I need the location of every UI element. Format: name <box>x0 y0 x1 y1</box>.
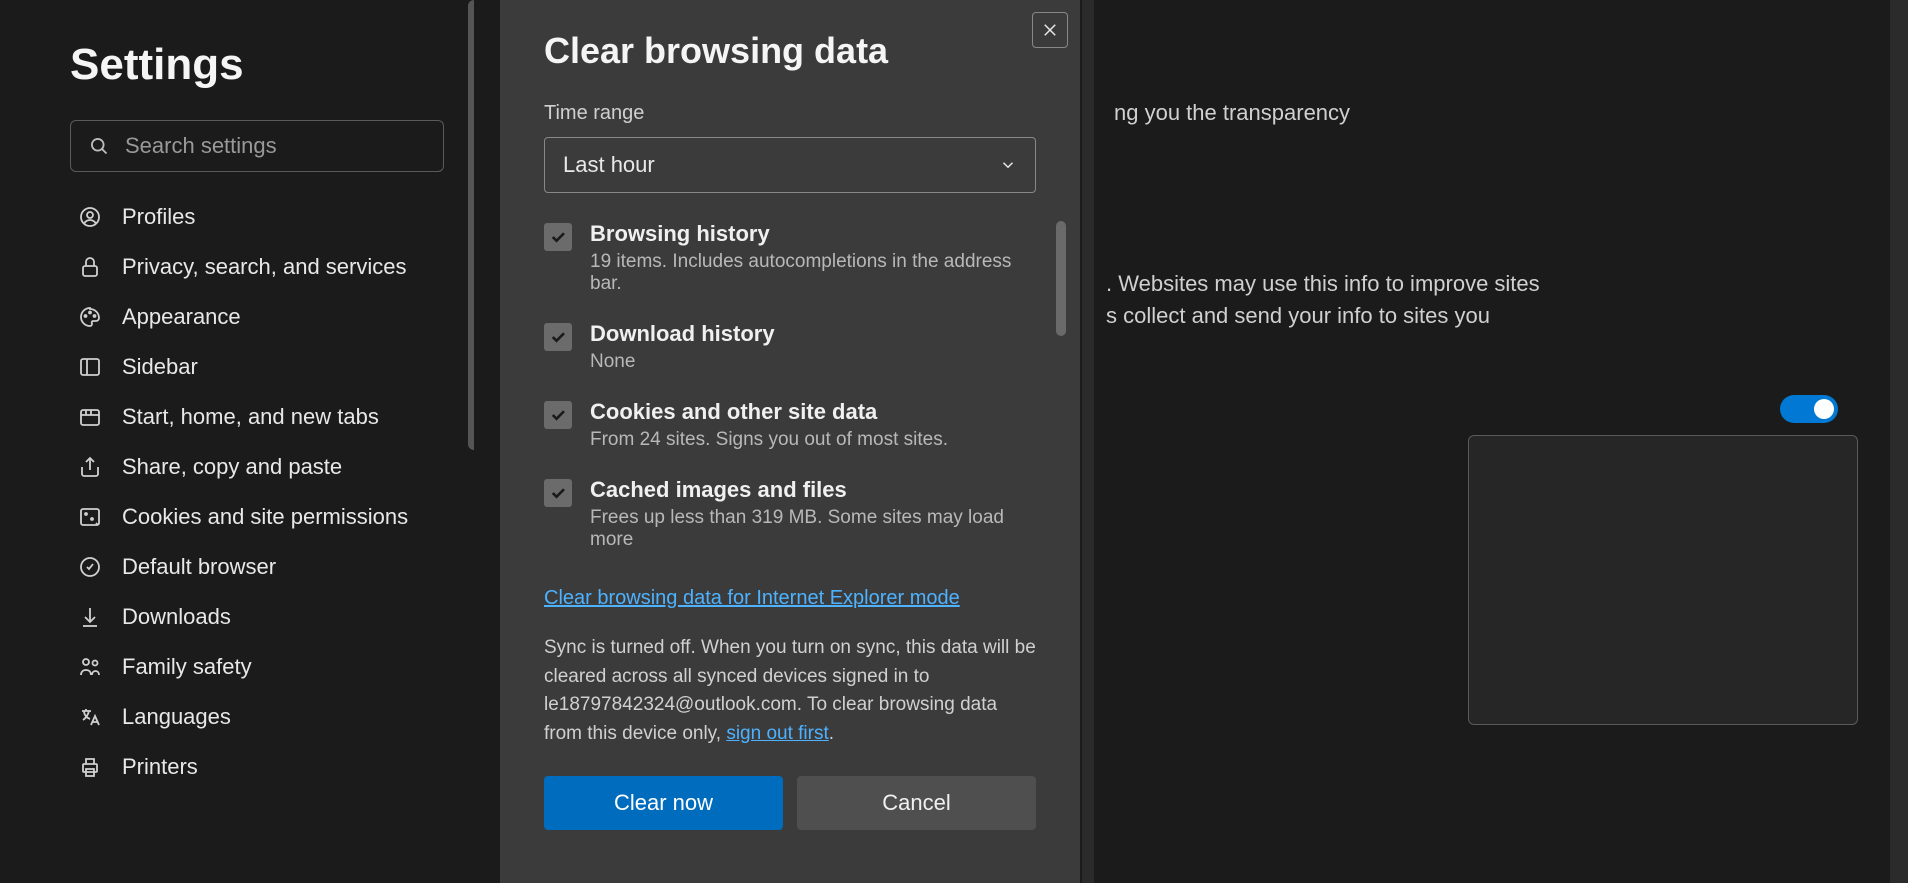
sidebar-item-downloads[interactable]: Downloads <box>70 592 444 642</box>
chevron-down-icon <box>999 156 1017 174</box>
sidebar-item-share[interactable]: Share, copy and paste <box>70 442 444 492</box>
checkbox-list: Browsing history 19 items. Includes auto… <box>544 221 1036 551</box>
sidebar-item-label: Profiles <box>122 204 195 230</box>
download-icon <box>78 605 102 629</box>
sidebar-item-profiles[interactable]: Profiles <box>70 192 444 242</box>
checkmark-icon <box>549 328 567 346</box>
sync-text-part: . <box>829 723 834 744</box>
sidebar-item-label: Family safety <box>122 654 252 680</box>
sidebar-item-privacy[interactable]: Privacy, search, and services <box>70 242 444 292</box>
sidebar-icon <box>78 355 102 379</box>
checkmark-icon <box>549 406 567 424</box>
checkbox-input[interactable] <box>544 479 572 507</box>
profile-icon <box>78 205 102 229</box>
checkbox-cached: Cached images and files Frees up less th… <box>544 477 1036 551</box>
sidebar-item-appearance[interactable]: Appearance <box>70 292 444 342</box>
sidebar-item-label: Privacy, search, and services <box>122 254 406 280</box>
checkbox-title: Cookies and other site data <box>590 399 1036 425</box>
settings-sidebar: Settings Profiles Privacy, search, and s… <box>0 0 474 883</box>
dialog-title: Clear browsing data <box>544 30 1036 72</box>
dialog-button-row: Clear now Cancel <box>544 776 1036 830</box>
ie-mode-link[interactable]: Clear browsing data for Internet Explore… <box>544 587 960 610</box>
checkbox-desc: From 24 sites. Signs you out of most sit… <box>590 429 1036 451</box>
page-scrollbar[interactable] <box>1890 0 1908 883</box>
checkbox-desc: None <box>590 351 1036 373</box>
lock-icon <box>78 255 102 279</box>
sidebar-item-start[interactable]: Start, home, and new tabs <box>70 392 444 442</box>
page-title: Settings <box>70 40 444 90</box>
time-range-value: Last hour <box>563 152 655 178</box>
sidebar-item-default-browser[interactable]: Default browser <box>70 542 444 592</box>
checkbox-input[interactable] <box>544 401 572 429</box>
clear-browsing-data-dialog: Clear browsing data Time range Last hour… <box>500 0 1080 883</box>
sidebar-item-label: Default browser <box>122 554 276 580</box>
search-icon <box>89 136 109 156</box>
sidebar-item-label: Share, copy and paste <box>122 454 342 480</box>
sync-info-text: Sync is turned off. When you turn on syn… <box>544 634 1036 748</box>
checkbox-browsing-history: Browsing history 19 items. Includes auto… <box>544 221 1036 295</box>
sidebar-item-label: Printers <box>122 754 198 780</box>
sidebar-item-sidebar[interactable]: Sidebar <box>70 342 444 392</box>
sidebar-item-printers[interactable]: Printers <box>70 742 444 792</box>
palette-icon <box>78 305 102 329</box>
search-input[interactable] <box>125 133 425 159</box>
sidebar-item-label: Sidebar <box>122 354 198 380</box>
background-text: ng you the transparency <box>1114 100 1848 126</box>
sidebar-item-languages[interactable]: Languages <box>70 692 444 742</box>
checkbox-input[interactable] <box>544 323 572 351</box>
background-panel-box <box>1468 435 1858 725</box>
sidebar-item-label: Cookies and site permissions <box>122 504 408 530</box>
checkmark-icon <box>549 484 567 502</box>
clear-now-button[interactable]: Clear now <box>544 776 783 830</box>
checkbox-title: Download history <box>590 321 1036 347</box>
nav-list: Profiles Privacy, search, and services A… <box>70 192 444 792</box>
background-text: s collect and send your info to sites yo… <box>1106 303 1848 329</box>
checkmark-icon <box>549 228 567 246</box>
cancel-button[interactable]: Cancel <box>797 776 1036 830</box>
close-button[interactable] <box>1032 12 1068 48</box>
time-range-label: Time range <box>544 102 1036 125</box>
checkbox-title: Browsing history <box>590 221 1036 247</box>
share-icon <box>78 455 102 479</box>
sidebar-item-label: Start, home, and new tabs <box>122 404 379 430</box>
sidebar-item-label: Languages <box>122 704 231 730</box>
time-range-select[interactable]: Last hour <box>544 137 1036 193</box>
cookies-icon <box>78 505 102 529</box>
checkbox-scrollbar[interactable] <box>1056 221 1066 336</box>
checkbox-desc: 19 items. Includes autocompletions in th… <box>590 251 1036 295</box>
checkbox-input[interactable] <box>544 223 572 251</box>
printer-icon <box>78 755 102 779</box>
language-icon <box>78 705 102 729</box>
close-icon <box>1041 21 1059 39</box>
checkbox-download-history: Download history None <box>544 321 1036 373</box>
family-icon <box>78 655 102 679</box>
dialog-scrollbar[interactable] <box>1082 0 1094 883</box>
sidebar-item-cookies[interactable]: Cookies and site permissions <box>70 492 444 542</box>
toggle-switch[interactable] <box>1780 395 1838 423</box>
sign-out-link[interactable]: sign out first <box>726 723 828 744</box>
checkbox-title: Cached images and files <box>590 477 1036 503</box>
sidebar-item-label: Downloads <box>122 604 231 630</box>
toggle-thumb <box>1814 399 1834 419</box>
tabs-icon <box>78 405 102 429</box>
checkbox-desc: Frees up less than 319 MB. Some sites ma… <box>590 507 1036 551</box>
sidebar-item-family[interactable]: Family safety <box>70 642 444 692</box>
checkbox-cookies: Cookies and other site data From 24 site… <box>544 399 1036 451</box>
sidebar-item-label: Appearance <box>122 304 241 330</box>
search-settings-box[interactable] <box>70 120 444 172</box>
background-text: . Websites may use this info to improve … <box>1106 271 1848 297</box>
default-browser-icon <box>78 555 102 579</box>
